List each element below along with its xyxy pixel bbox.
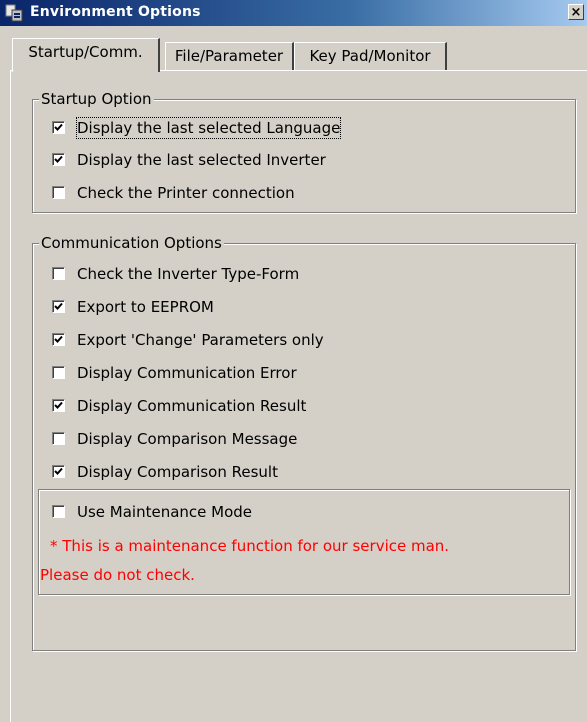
checkbox-label: Check the Printer connection xyxy=(77,184,295,202)
group-title: Communication Options xyxy=(39,234,224,252)
tab-startup-comm[interactable]: Startup/Comm. xyxy=(12,38,160,72)
tab-label: File/Parameter xyxy=(174,47,284,65)
checkbox[interactable] xyxy=(52,300,65,313)
checkbox[interactable] xyxy=(52,333,65,346)
checkbox-label: Display the last selected Inverter xyxy=(77,151,326,169)
checkbox[interactable] xyxy=(52,505,65,518)
checkbox[interactable] xyxy=(52,267,65,280)
checkbox[interactable] xyxy=(52,366,65,379)
close-button[interactable]: × xyxy=(568,4,584,20)
close-icon: × xyxy=(570,5,582,20)
group-title: Startup Option xyxy=(39,90,154,108)
checkbox[interactable] xyxy=(52,399,65,412)
checkbox-label: Export 'Change' Parameters only xyxy=(77,331,324,349)
window-title: Environment Options xyxy=(30,4,201,20)
checkbox-label: Display the last selected Language xyxy=(75,117,342,139)
tab-label: Key Pad/Monitor xyxy=(309,47,431,65)
checkbox-label: Display Comparison Message xyxy=(77,430,298,448)
checkbox-label: Display Communication Result xyxy=(77,397,307,415)
title-bar: Environment Options × xyxy=(0,0,587,26)
checkbox-label: Display Comparison Result xyxy=(77,463,278,481)
checkbox[interactable] xyxy=(52,121,65,134)
checkbox-label: Use Maintenance Mode xyxy=(77,503,253,521)
checkbox[interactable] xyxy=(52,186,65,199)
tab-label: Startup/Comm. xyxy=(28,43,143,61)
tab-file-parameter[interactable]: File/Parameter xyxy=(165,42,294,70)
checkbox-label: Check the Inverter Type-Form xyxy=(77,265,300,283)
checkmark-icon xyxy=(54,123,63,131)
checkmark-icon xyxy=(54,401,63,409)
checkmark-icon xyxy=(54,335,63,343)
checkmark-icon xyxy=(54,155,63,163)
tab-key-pad-monitor[interactable]: Key Pad/Monitor xyxy=(294,42,447,70)
checkmark-icon xyxy=(54,302,63,310)
checkbox[interactable] xyxy=(52,432,65,445)
checkbox-label: Display Communication Error xyxy=(77,364,297,382)
maintenance-note-line2: Please do not check. xyxy=(40,566,195,584)
checkbox-label: Export to EEPROM xyxy=(77,298,214,316)
checkbox[interactable] xyxy=(52,465,65,478)
checkbox[interactable] xyxy=(52,153,65,166)
checkmark-icon xyxy=(54,467,63,475)
app-icon xyxy=(5,4,23,22)
maintenance-note-line1: * This is a maintenance function for our… xyxy=(50,537,450,555)
